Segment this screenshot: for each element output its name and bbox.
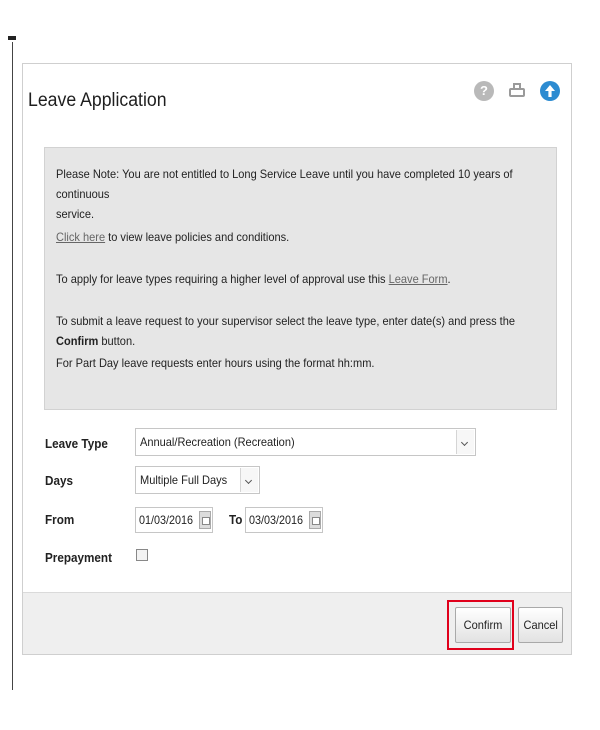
to-label: To (229, 512, 243, 527)
leave-type-select[interactable]: Annual/Recreation (Recreation) (135, 428, 476, 456)
page-title: Leave Application (28, 90, 167, 111)
notice-line-4-end: button. (98, 334, 136, 348)
days-select[interactable]: Multiple Full Days (135, 466, 260, 494)
notice-line-4-text: To submit a leave request to your superv… (56, 314, 516, 328)
arrow-up-glyph (545, 85, 555, 97)
notice-line-1: Please Note: You are not entitled to Lon… (56, 164, 553, 224)
action-bar: Confirm Cancel (23, 592, 571, 654)
notice-line-3: To apply for leave types requiring a hig… (56, 269, 553, 289)
from-date-value: 01/03/2016 (139, 513, 194, 527)
to-date-input[interactable]: 03/03/2016 (245, 507, 323, 533)
confirm-highlight: Confirm (447, 600, 514, 650)
caption-text: · · · · · · · · · · · · · · · · · · · (32, 32, 187, 44)
notice-line-3-end: . (447, 272, 451, 286)
from-date-input[interactable]: 01/03/2016 (135, 507, 213, 533)
leave-application-panel: Leave Application ? Please Note: You are… (22, 63, 572, 655)
calendar-icon[interactable] (309, 511, 321, 529)
notice-line-1-text: Please Note: You are not entitled to Lon… (56, 167, 513, 201)
left-divider (12, 42, 13, 690)
notice-line-3-text: To apply for leave types requiring a hig… (56, 272, 389, 286)
leave-form-link[interactable]: Leave Form (389, 272, 448, 286)
notice-line-4: To submit a leave request to your superv… (56, 311, 553, 351)
confirm-button-label: Confirm (463, 618, 503, 632)
info-notice: Please Note: You are not entitled to Lon… (44, 147, 557, 410)
print-icon[interactable] (507, 81, 527, 101)
prepayment-checkbox[interactable] (136, 549, 148, 561)
top-caption: · · · · · · · · · · · · · · · · · · · (8, 30, 428, 44)
confirm-button[interactable]: Confirm (455, 607, 511, 643)
to-date-value: 03/03/2016 (249, 513, 304, 527)
prepayment-label: Prepayment (45, 550, 112, 565)
caption-bullet (8, 36, 16, 40)
click-here-link[interactable]: Click here (56, 230, 105, 244)
arrow-up-icon[interactable] (540, 81, 560, 101)
notice-line-1-cont: service. (56, 207, 95, 221)
notice-line-2: Click here to view leave policies and co… (56, 227, 553, 247)
chevron-down-icon (240, 468, 258, 492)
print-icon-body (509, 88, 525, 97)
leave-type-label: Leave Type (45, 436, 108, 451)
chevron-down-icon (456, 430, 474, 454)
leave-type-value: Annual/Recreation (Recreation) (140, 435, 295, 449)
cancel-button-label: Cancel (523, 618, 558, 632)
calendar-icon[interactable] (199, 511, 211, 529)
notice-line-2-text: to view leave policies and conditions. (105, 230, 290, 244)
cancel-button[interactable]: Cancel (518, 607, 563, 643)
days-value: Multiple Full Days (140, 473, 228, 487)
notice-line-5: For Part Day leave requests enter hours … (56, 356, 375, 370)
from-label: From (45, 512, 75, 527)
help-icon[interactable]: ? (474, 81, 494, 101)
panel-header: Leave Application ? (23, 64, 571, 132)
notice-confirm-word: Confirm (56, 334, 99, 348)
days-label: Days (45, 473, 73, 488)
